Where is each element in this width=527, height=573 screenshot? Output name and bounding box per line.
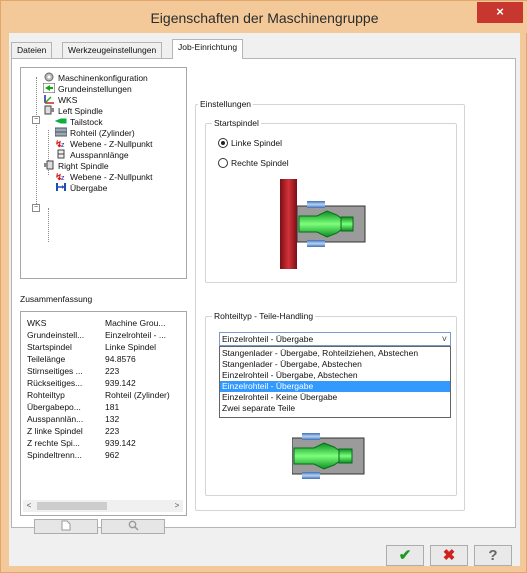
axes-icon — [43, 94, 55, 104]
tree-item-label: Grundeinstellungen — [58, 84, 132, 94]
tab-page-job-einrichtung: − − Maschinenkonfiguration Grundeinstell… — [11, 58, 516, 534]
scroll-right-icon[interactable]: > — [171, 500, 183, 512]
green-arrow-icon — [42, 82, 56, 94]
tree-item-webene-left[interactable]: ↯ z Webene - Z-Nullpunkt — [55, 138, 153, 149]
title-bar: Eigenschaften der Maschinengruppe × — [1, 1, 527, 33]
expand-left-spindle[interactable]: − — [32, 116, 40, 124]
left-spindle-illustration — [280, 179, 366, 269]
close-button[interactable]: × — [477, 2, 523, 23]
tree-item-grundeinstellungen[interactable]: Grundeinstellungen — [42, 82, 132, 94]
tree-item-label: Right Spindle — [58, 161, 109, 171]
help-button[interactable]: ? — [474, 545, 512, 566]
tree-item-label: Rohteil (Zylinder) — [70, 128, 135, 138]
tree-item-rohteil[interactable]: Rohteil (Zylinder) — [54, 127, 135, 138]
tailstock-icon — [54, 116, 67, 126]
tree-item-uebergabe[interactable]: Übergabe — [55, 182, 107, 193]
summary-horizontal-scrollbar[interactable]: < > — [23, 500, 183, 512]
dropdown-option[interactable]: Stangenlader - Übergabe, Rohteilziehen, … — [220, 348, 450, 359]
tab-job-einrichtung[interactable]: Job-Einrichtung — [172, 39, 244, 59]
chevron-down-icon[interactable]: ˅ — [442, 334, 447, 344]
tree-item-maschinenkonfiguration[interactable]: Maschinenkonfiguration — [43, 72, 148, 83]
tab-werkzeugeinstellungen[interactable]: Werkzeugeinstellungen — [62, 42, 163, 58]
dropdown-option[interactable]: Zwei separate Teile — [220, 403, 450, 414]
stock-icon — [54, 127, 68, 137]
tree-item-label: Left Spindle — [58, 106, 103, 116]
dialog-client: Dateien Werkzeugeinstellungen Job-Einric… — [9, 33, 520, 566]
tree-item-label: Webene - Z-Nullpunkt — [70, 139, 153, 149]
dialog-window: Eigenschaften der Maschinengruppe × Date… — [0, 0, 527, 573]
gear-icon — [43, 72, 55, 82]
tree-item-label: Maschinenkonfiguration — [58, 73, 148, 83]
dropdown-option[interactable]: Stangenlader - Übergabe, Abstechen — [220, 359, 450, 370]
summary-list[interactable]: WKS Machine Grou... Grundeinstell... Einze… — [20, 311, 187, 516]
expand-right-spindle[interactable]: − — [32, 204, 40, 212]
cancel-button[interactable]: ✖ — [430, 545, 468, 566]
tree-item-right-spindle[interactable]: Right Spindle — [43, 160, 109, 171]
rohteiltyp-select[interactable]: Einzelrohteil - Übergabe ˅ — [219, 332, 451, 346]
z-zero-icon: ↯ z — [55, 171, 67, 182]
dropdown-option-selected[interactable]: Einzelrohteil - Übergabe — [220, 381, 450, 392]
scroll-thumb[interactable] — [37, 502, 107, 510]
spindle-icon — [43, 105, 55, 115]
dropdown-option[interactable]: Einzelrohteil - Keine Übergabe — [220, 392, 450, 403]
spindle-icon — [43, 160, 55, 170]
radio-linke-spindel[interactable]: Linke Spindel — [218, 137, 282, 149]
radio-rechte-spindel[interactable]: Rechte Spindel — [218, 157, 289, 169]
tree-item-label: Webene - Z-Nullpunkt — [70, 172, 153, 182]
tree-item-wks[interactable]: WKS — [43, 94, 77, 105]
tree-item-label: Tailstock — [70, 117, 103, 127]
tree-item-label: Ausspannlänge — [70, 150, 129, 160]
radio-dot-icon — [218, 158, 228, 168]
ok-button[interactable]: ✔ — [386, 545, 424, 566]
tree-item-label: Übergabe — [70, 183, 108, 193]
tree-item-label: WKS — [58, 95, 78, 105]
svg-text:z: z — [61, 175, 65, 181]
scroll-left-icon[interactable]: < — [23, 500, 35, 512]
transfer-icon — [55, 182, 67, 192]
page-icon-button[interactable] — [34, 519, 98, 534]
rohteiltyp-dropdown-list[interactable]: Stangenlader - Übergabe, Rohteilziehen, … — [219, 346, 451, 418]
summary-label: Zusammenfassung — [20, 294, 93, 304]
settings-group-label: Einstellungen — [198, 99, 254, 109]
tree-item-ausspannlaenge[interactable]: Ausspannlänge — [55, 149, 129, 160]
tab-dateien[interactable]: Dateien — [11, 42, 53, 58]
transfer-illustration — [292, 433, 365, 479]
rohteiltyp-label: Rohteiltyp - Teile-Handling — [212, 311, 316, 321]
magnifier-icon-button[interactable] — [101, 519, 165, 534]
chuck-icon — [55, 149, 67, 159]
setup-tree[interactable]: − − Maschinenkonfiguration Grundeinstell… — [20, 67, 187, 279]
svg-text:z: z — [61, 142, 65, 148]
radio-dot-icon — [218, 138, 228, 148]
window-title: Eigenschaften der Maschinengruppe — [150, 10, 379, 26]
tree-item-webene-right[interactable]: ↯ z Webene - Z-Nullpunkt — [55, 171, 153, 182]
startspindel-label: Startspindel — [212, 118, 261, 128]
tree-item-tailstock[interactable]: Tailstock — [54, 116, 103, 127]
z-zero-icon: ↯ z — [55, 138, 67, 149]
dropdown-option[interactable]: Einzelrohteil - Übergabe, Abstechen — [220, 370, 450, 381]
tree-item-left-spindle[interactable]: Left Spindle — [43, 105, 103, 116]
